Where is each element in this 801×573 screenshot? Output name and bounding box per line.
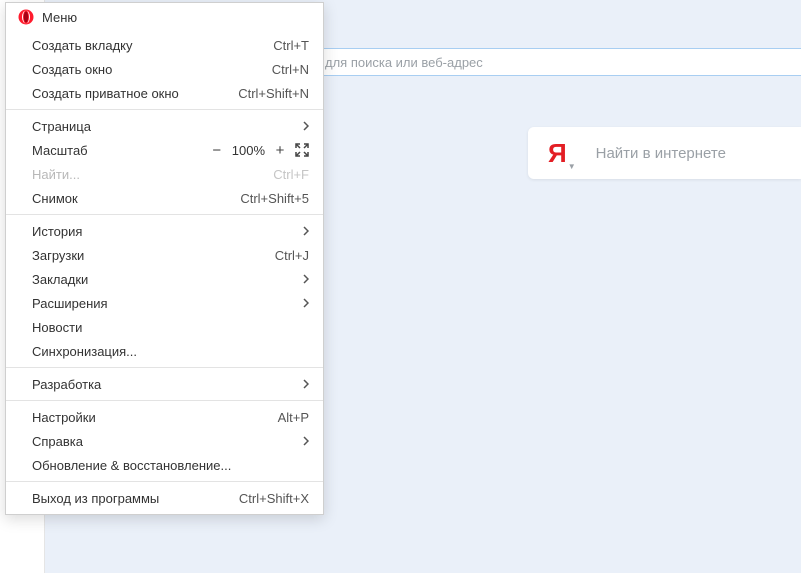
menu-item[interactable]: Обновление & восстановление... bbox=[6, 453, 323, 477]
menu-separator bbox=[6, 367, 323, 368]
menu-item-label: Расширения bbox=[32, 296, 303, 311]
menu-item-label: Масштаб bbox=[32, 143, 210, 158]
menu-item-label: Создать окно bbox=[32, 62, 262, 77]
chevron-down-icon[interactable]: ▼ bbox=[568, 162, 576, 171]
menu-separator bbox=[6, 214, 323, 215]
menu-item-label: Новости bbox=[32, 320, 309, 335]
zoom-in-button[interactable]: + bbox=[273, 143, 287, 158]
menu-item-label: Найти... bbox=[32, 167, 263, 182]
menu-item-label: Настройки bbox=[32, 410, 268, 425]
menu-item[interactable]: Синхронизация... bbox=[6, 339, 323, 363]
menu-item[interactable]: Разработка bbox=[6, 372, 323, 396]
menu-item[interactable]: Снимок Ctrl+Shift+5 bbox=[6, 186, 323, 210]
menu-item[interactable]: Расширения bbox=[6, 291, 323, 315]
search-placeholder: Найти в интернете bbox=[596, 145, 726, 162]
menu-item[interactable]: Создать приватное окно Ctrl+Shift+N bbox=[6, 81, 323, 105]
menu-shortcut: Ctrl+Shift+X bbox=[239, 491, 309, 506]
menu-item[interactable]: Выход из программы Ctrl+Shift+X bbox=[6, 486, 323, 510]
yandex-logo-icon: Я▼ bbox=[548, 138, 576, 169]
menu-item-label: Обновление & восстановление... bbox=[32, 458, 309, 473]
opera-logo-icon bbox=[18, 9, 34, 25]
chevron-right-icon bbox=[303, 274, 309, 284]
chevron-right-icon bbox=[303, 298, 309, 308]
menu-item-label: Загрузки bbox=[32, 248, 265, 263]
menu-item[interactable]: Настройки Alt+P bbox=[6, 405, 323, 429]
menu-item-label: Создать приватное окно bbox=[32, 86, 228, 101]
chevron-right-icon bbox=[303, 379, 309, 389]
zoom-level: 100% bbox=[232, 143, 265, 158]
menu-item[interactable]: Страница bbox=[6, 114, 323, 138]
zoom-out-button[interactable]: − bbox=[210, 143, 224, 158]
menu-item[interactable]: Загрузки Ctrl+J bbox=[6, 243, 323, 267]
main-menu: Меню Создать вкладку Ctrl+T Создать окно Ct… bbox=[5, 2, 324, 515]
menu-item-label: Закладки bbox=[32, 272, 303, 287]
menu-item-label: История bbox=[32, 224, 303, 239]
address-bar-placeholder: для поиска или веб-адрес bbox=[325, 55, 483, 70]
menu-shortcut: Ctrl+T bbox=[273, 38, 309, 53]
menu-shortcut: Ctrl+N bbox=[272, 62, 309, 77]
menu-shortcut: Ctrl+J bbox=[275, 248, 309, 263]
menu-item[interactable]: Справка bbox=[6, 429, 323, 453]
menu-separator bbox=[6, 400, 323, 401]
menu-separator bbox=[6, 109, 323, 110]
menu-item[interactable]: Создать вкладку Ctrl+T bbox=[6, 33, 323, 57]
menu-item[interactable]: Масштаб−100% + bbox=[6, 138, 323, 162]
menu-title: Меню bbox=[42, 10, 77, 25]
fullscreen-icon[interactable] bbox=[295, 143, 309, 157]
menu-item[interactable]: Новости bbox=[6, 315, 323, 339]
menu-item-label: Синхронизация... bbox=[32, 344, 309, 359]
menu-item-label: Страница bbox=[32, 119, 303, 134]
menu-item-label: Разработка bbox=[32, 377, 303, 392]
menu-item[interactable]: Закладки bbox=[6, 267, 323, 291]
menu-separator bbox=[6, 481, 323, 482]
menu-item: Найти... Ctrl+F bbox=[6, 162, 323, 186]
menu-item-label: Справка bbox=[32, 434, 303, 449]
menu-item-label: Создать вкладку bbox=[32, 38, 263, 53]
chevron-right-icon bbox=[303, 436, 309, 446]
menu-header: Меню bbox=[6, 3, 323, 33]
search-card[interactable]: Я▼ Найти в интернете bbox=[528, 127, 801, 179]
menu-item-label: Выход из программы bbox=[32, 491, 229, 506]
chevron-right-icon bbox=[303, 226, 309, 236]
menu-shortcut: Ctrl+Shift+N bbox=[238, 86, 309, 101]
menu-item[interactable]: История bbox=[6, 219, 323, 243]
menu-shortcut: Alt+P bbox=[278, 410, 309, 425]
menu-item-label: Снимок bbox=[32, 191, 230, 206]
menu-item[interactable]: Создать окно Ctrl+N bbox=[6, 57, 323, 81]
menu-shortcut: Ctrl+Shift+5 bbox=[240, 191, 309, 206]
menu-shortcut: Ctrl+F bbox=[273, 167, 309, 182]
chevron-right-icon bbox=[303, 121, 309, 131]
